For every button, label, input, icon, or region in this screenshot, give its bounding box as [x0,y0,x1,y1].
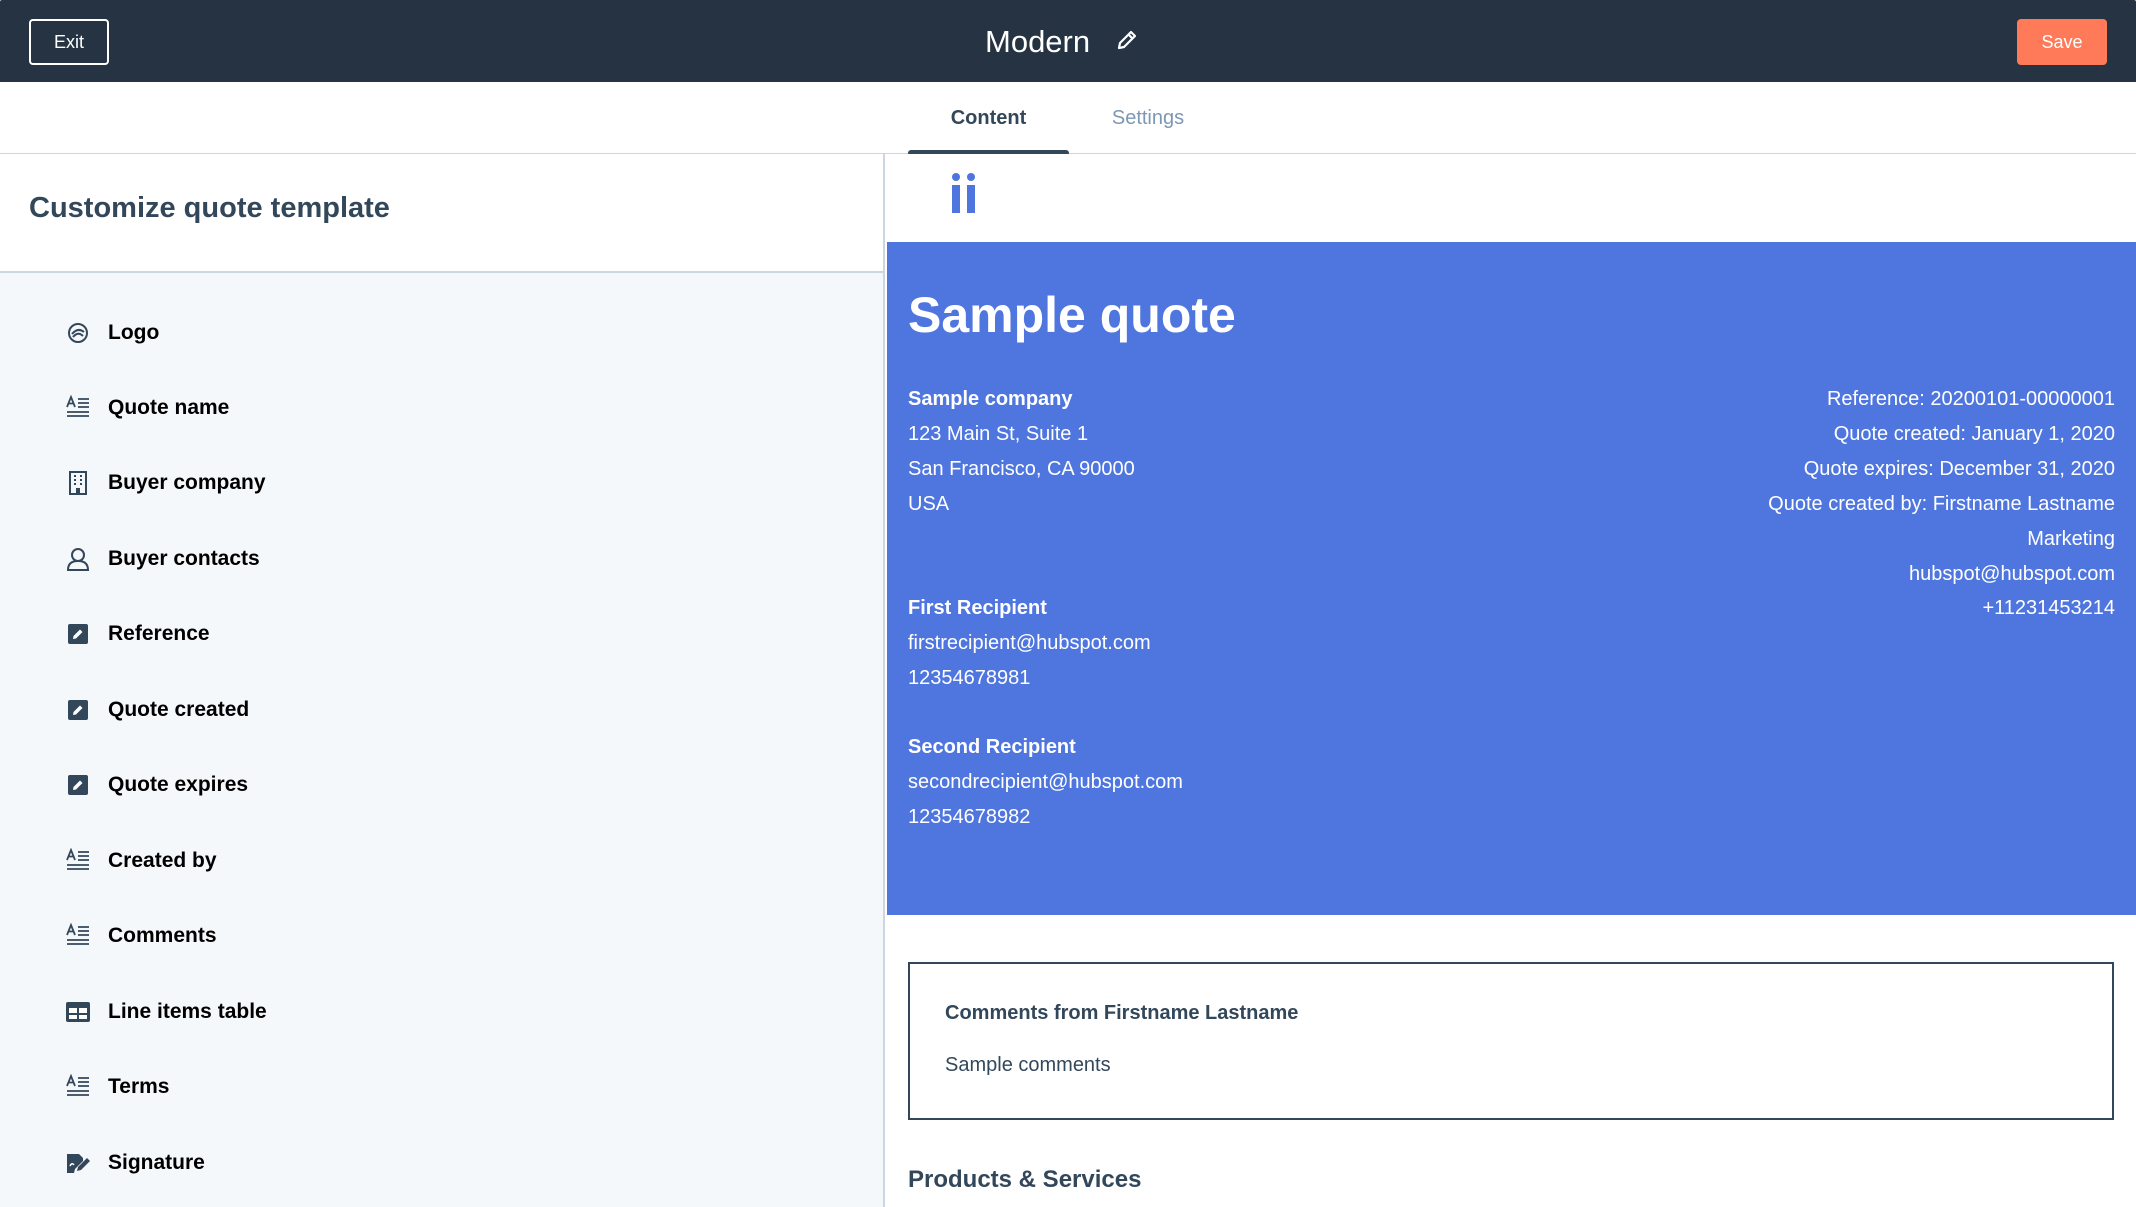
module-signature[interactable]: Signature [60,1141,580,1185]
quote-header-section: Sample quote Sample company 123 Main St,… [887,242,2136,915]
text-icon [60,843,96,879]
tab-content[interactable]: Content [908,82,1069,156]
products-heading: Products & Services [908,1166,1142,1193]
module-label: Reference [108,622,210,645]
quote-created-by: Quote created by: Firstname Lastname [1768,493,2115,515]
creator-phone: +11231453214 [1982,597,2115,619]
module-quote-name[interactable]: Quote name [60,386,580,430]
edit-field-icon [60,616,96,652]
signature-icon [60,1145,96,1181]
preview-logo-area[interactable] [887,154,2136,242]
module-label: Signature [108,1151,205,1174]
creator-department: Marketing [2027,528,2115,550]
recipient-name: Second Recipient [908,736,1076,758]
quote-created-date: Quote created: January 1, 2020 [1833,423,2115,445]
module-label: Line items table [108,1000,267,1023]
module-label: Logo [108,321,160,344]
module-quote-expires[interactable]: Quote expires [60,763,580,807]
tab-bar: Content Settings [0,82,2136,156]
module-label: Comments [108,924,217,947]
module-reference[interactable]: Reference [60,612,580,656]
table-icon [60,994,96,1030]
top-bar: Exit Modern Save [0,0,2136,82]
module-label: Terms [108,1075,170,1098]
company-name: Sample company [908,388,1073,410]
edit-field-icon [60,692,96,728]
module-comments[interactable]: Comments [60,914,580,958]
module-label: Quote created [108,698,250,721]
module-label: Buyer contacts [108,547,260,570]
contact-icon [60,541,96,577]
module-buyer-contacts[interactable]: Buyer contacts [60,537,580,581]
recipient-email: firstrecipient@hubspot.com [908,632,1151,654]
company-address-line2: San Francisco, CA 90000 [908,458,1135,480]
module-line-items-table[interactable]: Line items table [60,990,580,1034]
logo-icon [60,315,96,351]
edit-field-icon [60,767,96,803]
company-address-line1: 123 Main St, Suite 1 [908,423,1089,445]
module-terms[interactable]: Terms [60,1065,580,1109]
text-icon [60,1069,96,1105]
recipient-email: secondrecipient@hubspot.com [908,771,1183,793]
tab-settings[interactable]: Settings [1069,82,1227,154]
quote-title: Sample quote [908,287,1236,343]
sidebar-header: Customize quote template [0,154,883,273]
comments-title: Comments from Firstname Lastname [945,1002,1299,1024]
exit-button[interactable]: Exit [29,19,109,65]
quote-reference: Reference: 20200101-00000001 [1826,388,2115,410]
recipient-name: First Recipient [908,597,1047,619]
template-title: Modern [985,24,1091,59]
company-country: USA [908,493,950,515]
module-label: Created by [108,849,217,872]
module-label: Quote name [108,396,230,419]
quote-expires-date: Quote expires: December 31, 2020 [1803,458,2115,480]
company-logo-icon [949,172,979,216]
module-created-by[interactable]: Created by [60,839,580,883]
module-quote-created[interactable]: Quote created [60,688,580,732]
comments-section[interactable]: Comments from Firstname Lastname Sample … [908,962,2114,1120]
module-logo[interactable]: Logo [60,311,580,355]
module-label: Buyer company [108,471,266,494]
text-icon [60,390,96,426]
module-label: Quote expires [108,773,249,796]
save-button[interactable]: Save [2017,19,2107,65]
creator-email: hubspot@hubspot.com [1909,563,2115,585]
recipient-phone: 12354678981 [908,667,1031,689]
customize-sidebar: Customize quote template Logo Quote name… [0,154,885,1207]
recipient-phone: 12354678982 [908,806,1031,828]
building-icon [60,465,96,501]
sidebar-heading: Customize quote template [29,192,390,224]
text-icon [60,918,96,954]
pencil-icon[interactable] [1114,28,1140,54]
quote-preview: Sample quote Sample company 123 Main St,… [887,154,2136,1207]
comments-text: Sample comments [945,1054,1111,1076]
module-buyer-company[interactable]: Buyer company [60,461,580,505]
